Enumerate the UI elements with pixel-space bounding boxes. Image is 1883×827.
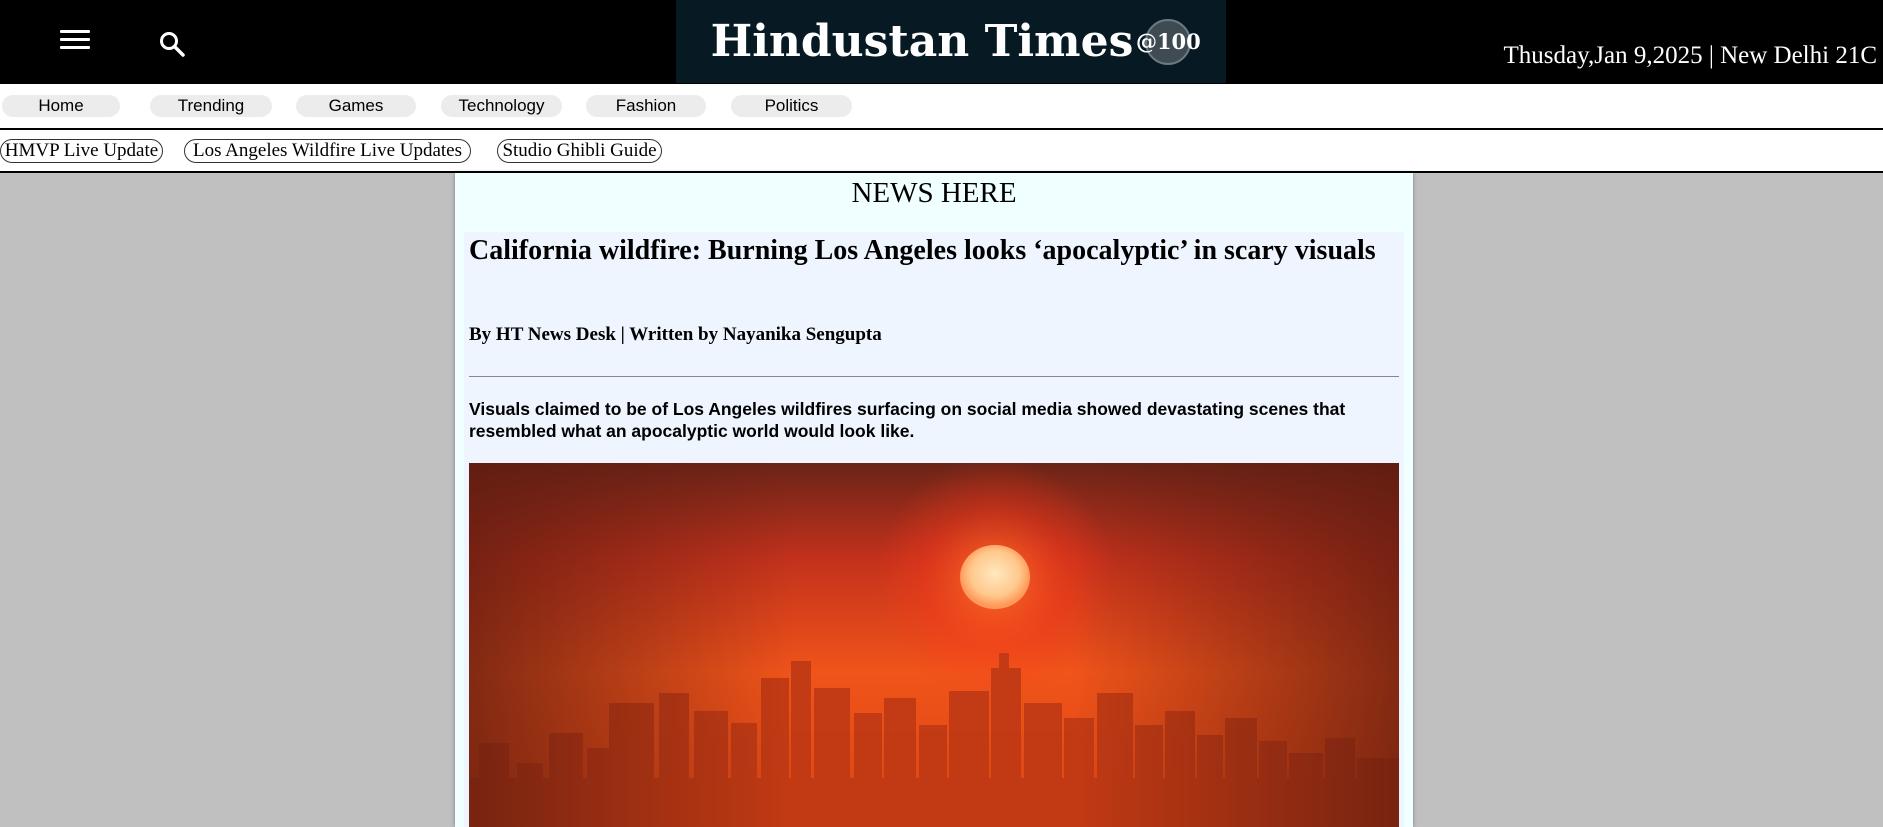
article-byline: By HT News Desk | Written by Nayanika Se…: [469, 324, 882, 345]
nav-item-technology[interactable]: Technology: [441, 95, 562, 117]
site-logo[interactable]: Hindustan Times @100: [676, 0, 1226, 83]
logo-seal: @100: [1136, 18, 1201, 65]
topic-studio-ghibli-guide[interactable]: Studio Ghibli Guide: [497, 139, 662, 163]
divider: [469, 376, 1399, 377]
nav-item-politics[interactable]: Politics: [731, 95, 852, 117]
trending-topics-bar: HMVP Live Update Los Angeles Wildfire Li…: [0, 130, 1883, 173]
category-nav: Home Trending Games Technology Fashion P…: [0, 84, 1883, 130]
article-summary: Visuals claimed to be of Los Angeles wil…: [469, 399, 1346, 441]
nav-item-home[interactable]: Home: [2, 95, 120, 117]
article-card: California wildfire: Burning Los Angeles…: [464, 232, 1404, 827]
topic-hmvp-live-update[interactable]: HMVP Live Update: [0, 139, 163, 163]
logo-text: Hindustan Times: [710, 15, 1134, 67]
article-hero-image[interactable]: [469, 463, 1399, 827]
dateline: Thusday,Jan 9,2025 | New Delhi 21C: [1503, 42, 1877, 69]
topic-la-wildfire-live-updates[interactable]: Los Angeles Wildfire Live Updates: [184, 139, 471, 163]
nav-item-games[interactable]: Games: [296, 95, 416, 117]
search-icon[interactable]: [158, 30, 186, 58]
news-container: NEWS HERE California wildfire: Burning L…: [455, 173, 1413, 827]
nav-item-fashion[interactable]: Fashion: [586, 95, 706, 117]
hamburger-menu-icon[interactable]: [60, 30, 90, 54]
article-headline[interactable]: California wildfire: Burning Los Angeles…: [469, 234, 1389, 268]
section-title: NEWS HERE: [851, 177, 1017, 209]
top-header: Hindustan Times @100 Thusday,Jan 9,2025 …: [0, 0, 1883, 84]
nav-item-trending[interactable]: Trending: [150, 95, 272, 117]
